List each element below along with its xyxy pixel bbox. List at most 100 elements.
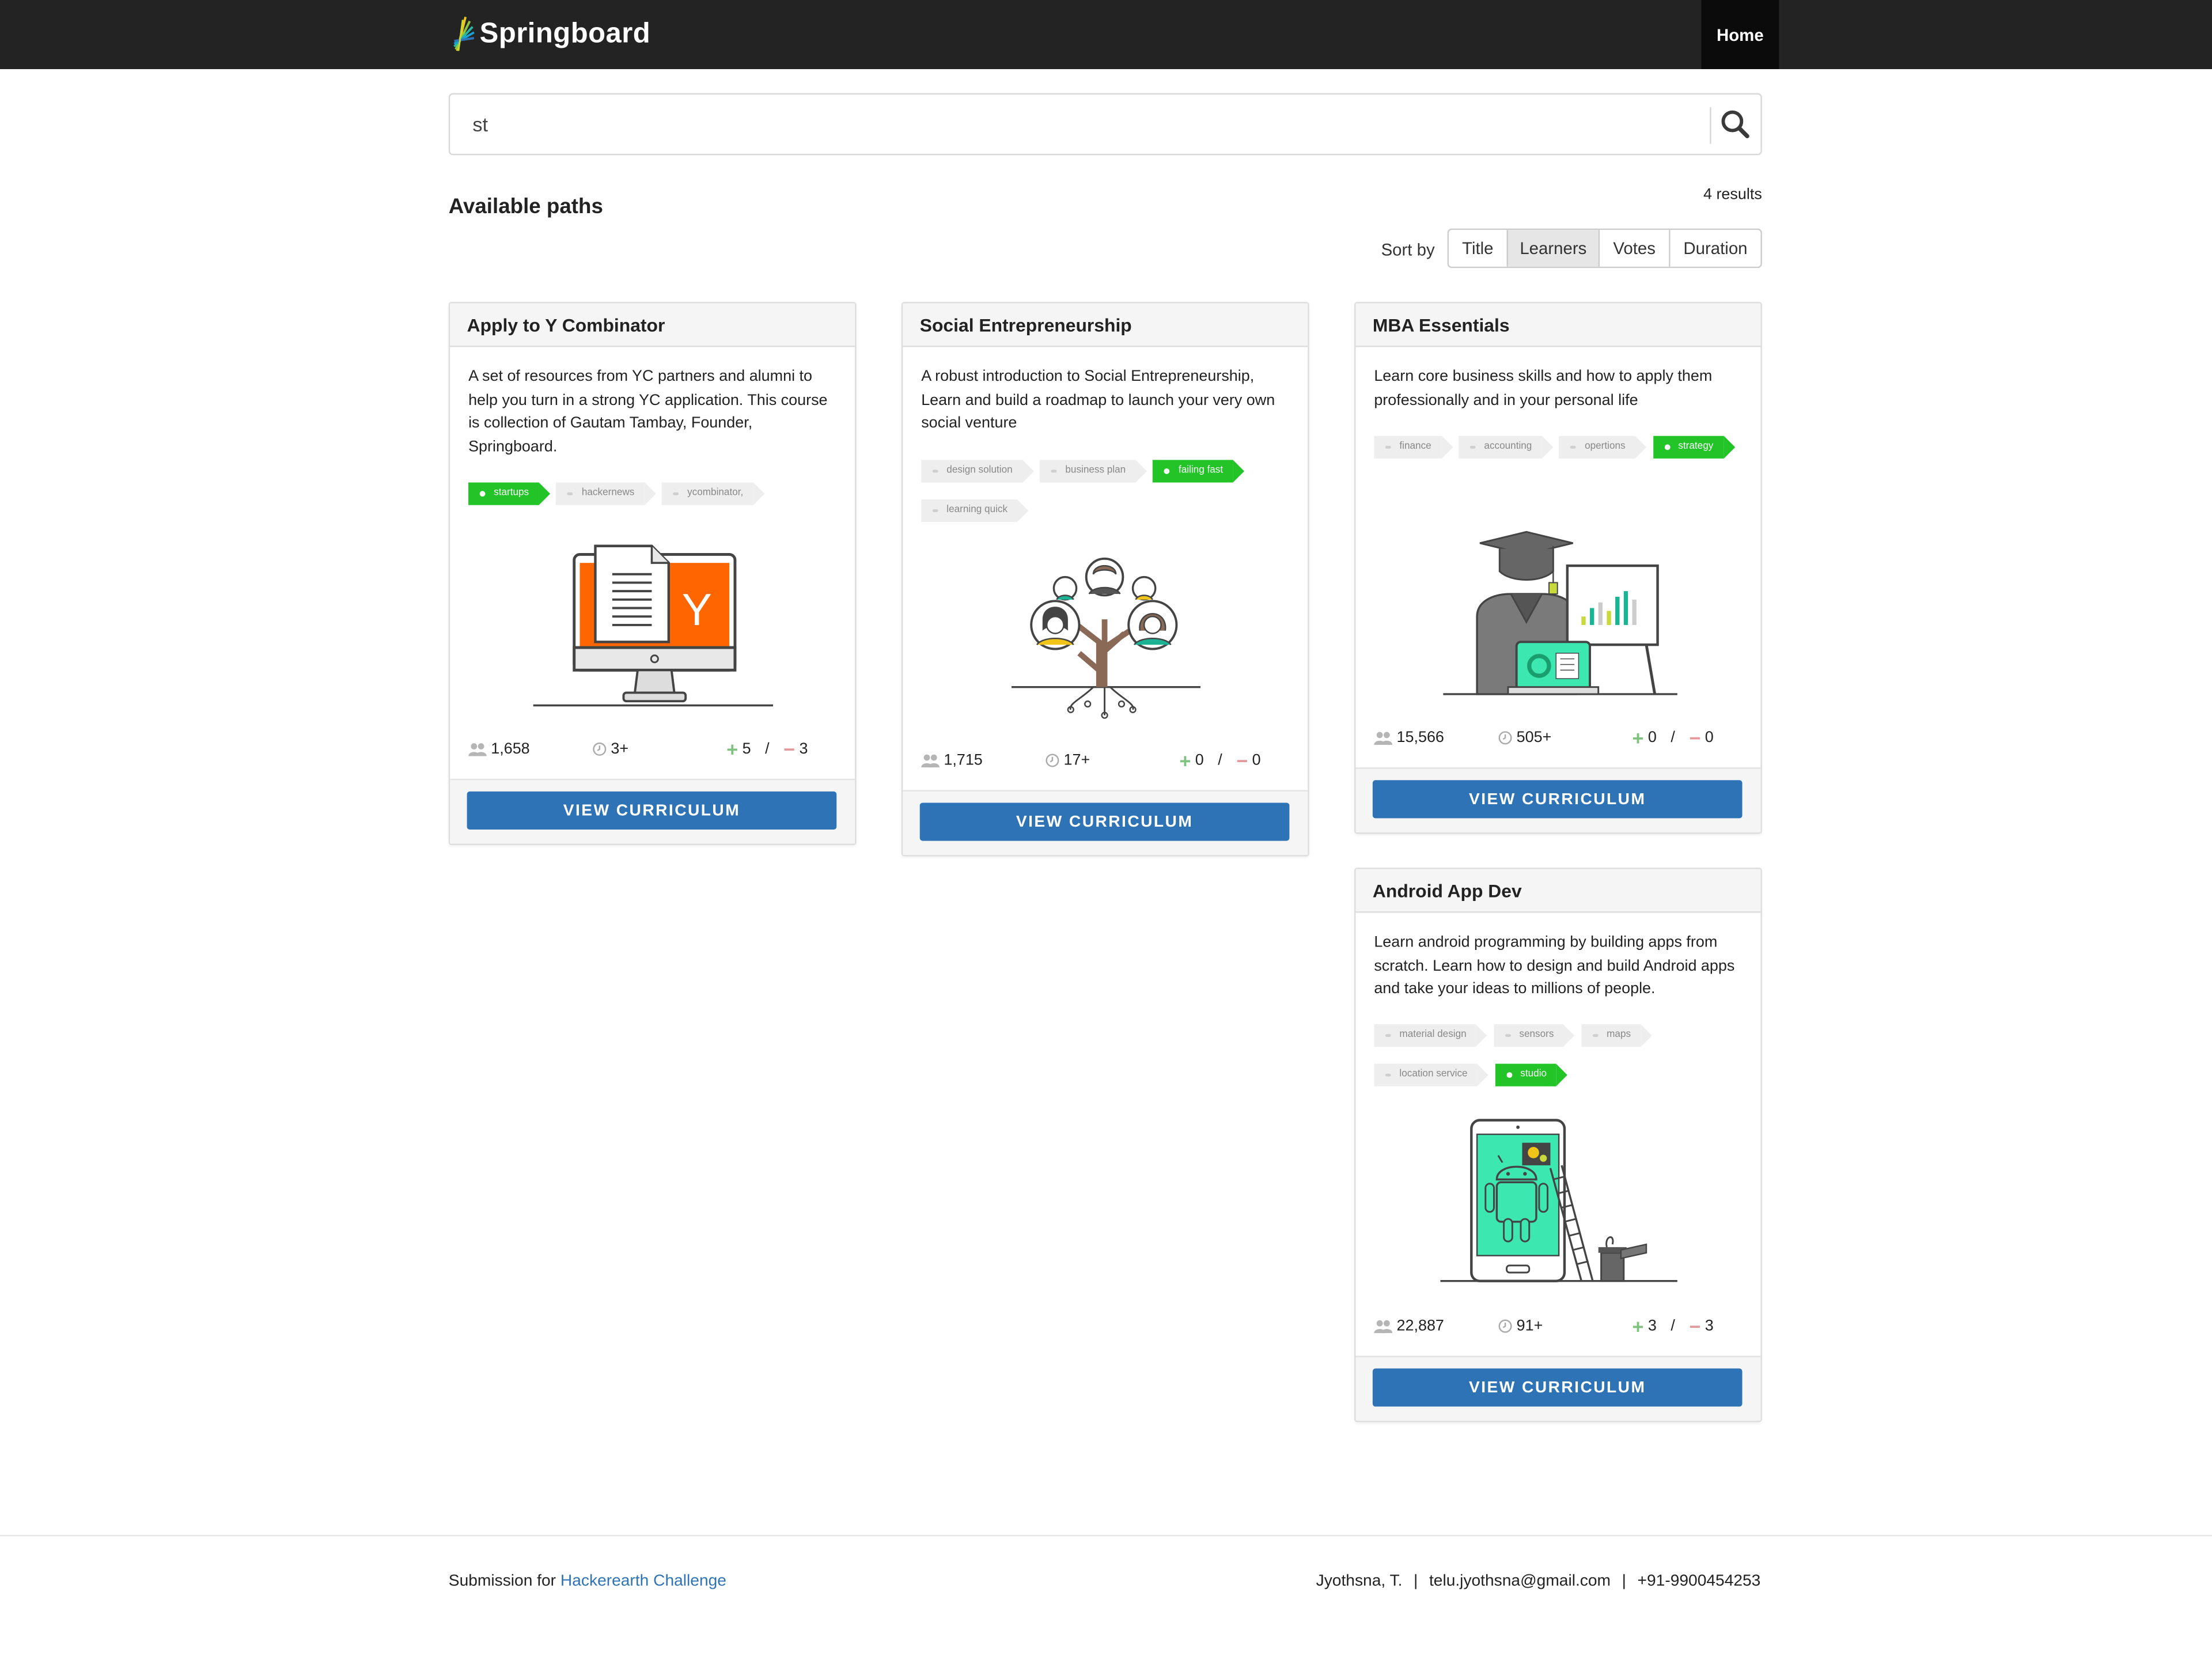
upvote-icon[interactable]: + bbox=[1179, 751, 1191, 770]
learners-count: 15,566 bbox=[1396, 729, 1444, 747]
tag-accounting[interactable]: accounting bbox=[1459, 436, 1553, 459]
footer-author-name: Jyothsna, T. bbox=[1316, 1573, 1403, 1591]
view-curriculum-button[interactable]: VIEW CURRICULUM bbox=[1372, 780, 1743, 819]
downvote-icon[interactable]: − bbox=[1689, 1316, 1700, 1336]
footer-separator: | bbox=[1622, 1573, 1626, 1591]
tag-studio[interactable]: studio bbox=[1495, 1063, 1567, 1086]
card-title: Apply to Y Combinator bbox=[450, 303, 855, 347]
tag-location-service[interactable]: location service bbox=[1374, 1063, 1489, 1086]
footer-submission: Submission for Hackerearth Challenge bbox=[449, 1573, 726, 1590]
tag-ycombinator[interactable]: ycombinator, bbox=[662, 482, 764, 505]
path-card-android-app-dev: Android App Dev Learn android programmin… bbox=[1354, 868, 1762, 1422]
tag-hackernews[interactable]: hackernews bbox=[556, 482, 657, 505]
duration-value: 505+ bbox=[1516, 729, 1552, 747]
card-title: Android App Dev bbox=[1355, 869, 1761, 913]
card-tags: material design sensors maps location se… bbox=[1374, 1018, 1752, 1097]
sort-title-button[interactable]: Title bbox=[1449, 230, 1508, 267]
downvote-count: 0 bbox=[1705, 729, 1714, 747]
card-tags: finance accounting opertions strategy bbox=[1374, 430, 1752, 470]
card-footer: VIEW CURRICULUM bbox=[1355, 1355, 1761, 1421]
mba-graduate-illustration bbox=[1443, 531, 1677, 695]
search-icon[interactable] bbox=[1719, 109, 1751, 140]
card-title: Social Entrepreneurship bbox=[903, 303, 1308, 347]
footer-contact: Jyothsna, T. | telu.jyothsna@gmail.com |… bbox=[1316, 1573, 1761, 1590]
learners-stat: 1,658 bbox=[468, 741, 530, 758]
tag-finance[interactable]: finance bbox=[1374, 436, 1452, 459]
learners-icon bbox=[1374, 1320, 1393, 1334]
upvote-icon[interactable]: + bbox=[1632, 1316, 1643, 1336]
path-card-mba-essentials: MBA Essentials Learn core business skill… bbox=[1354, 302, 1762, 834]
card-stats: 22,887 91+ + 3 / − 3 bbox=[1374, 1316, 1744, 1340]
votes-stat: + 3 / − 3 bbox=[1632, 1316, 1713, 1336]
duration-value: 3+ bbox=[611, 740, 629, 758]
card-footer: VIEW CURRICULUM bbox=[903, 790, 1308, 855]
downvote-icon[interactable]: − bbox=[783, 739, 795, 759]
card-description: A robust introduction to Social Entrepre… bbox=[921, 368, 1275, 432]
duration-stat: 505+ bbox=[1498, 729, 1552, 747]
upvote-count: 5 bbox=[742, 740, 751, 758]
tag-strategy[interactable]: strategy bbox=[1653, 436, 1734, 459]
footer-email[interactable]: telu.jyothsna@gmail.com bbox=[1429, 1573, 1611, 1590]
learners-count: 1,658 bbox=[491, 740, 530, 758]
learners-icon bbox=[468, 743, 487, 756]
sort-button-group: Title Learners Votes Duration bbox=[1447, 228, 1762, 268]
tag-business-plan[interactable]: business plan bbox=[1040, 460, 1147, 483]
card-tags: design solution business plan failing fa… bbox=[921, 455, 1299, 533]
votes-stat: + 0 / − 0 bbox=[1632, 728, 1714, 748]
card-footer: VIEW CURRICULUM bbox=[450, 778, 855, 844]
card-description: Learn core business skills and how to ap… bbox=[1374, 368, 1713, 408]
votes-separator: / bbox=[1671, 729, 1675, 747]
tag-design-solution[interactable]: design solution bbox=[921, 460, 1033, 483]
tag-opertions[interactable]: opertions bbox=[1559, 436, 1646, 459]
nav-home-link[interactable]: Home bbox=[1701, 0, 1779, 70]
card-tags: startups hackernews ycombinator, bbox=[468, 477, 846, 517]
tag-sensors[interactable]: sensors bbox=[1494, 1024, 1574, 1047]
upvote-icon[interactable]: + bbox=[726, 739, 738, 759]
social-tree-illustration bbox=[1011, 557, 1201, 719]
search-input[interactable] bbox=[472, 112, 1601, 136]
tag-failing-fast[interactable]: failing fast bbox=[1153, 460, 1244, 483]
tag-maps[interactable]: maps bbox=[1581, 1024, 1653, 1047]
downvote-count: 3 bbox=[799, 740, 808, 758]
duration-stat: 3+ bbox=[593, 740, 629, 758]
downvote-icon[interactable]: − bbox=[1236, 751, 1248, 770]
hackerearth-link[interactable]: Hackerearth Challenge bbox=[560, 1573, 726, 1590]
duration-value: 17+ bbox=[1063, 752, 1090, 769]
sort-learners-button[interactable]: Learners bbox=[1508, 230, 1600, 267]
sort-duration-button[interactable]: Duration bbox=[1670, 230, 1761, 267]
yc-monitor-illustration: Y bbox=[533, 544, 774, 707]
upvote-count: 0 bbox=[1195, 752, 1204, 769]
votes-separator: / bbox=[765, 740, 770, 758]
card-description: Learn android programming by building ap… bbox=[1374, 934, 1735, 998]
learners-icon bbox=[1374, 732, 1393, 745]
brand-name: Springboard bbox=[479, 17, 651, 49]
page-title: Available paths bbox=[448, 194, 603, 219]
learners-stat: 22,887 bbox=[1374, 1317, 1444, 1335]
footer-phone[interactable]: +91-9900454253 bbox=[1638, 1573, 1761, 1590]
footer-divider bbox=[0, 1535, 2212, 1536]
downvote-count: 0 bbox=[1252, 752, 1261, 769]
learners-stat: 15,566 bbox=[1374, 729, 1444, 747]
duration-value: 91+ bbox=[1516, 1317, 1543, 1335]
path-card-social-entrepreneurship: Social Entrepreneurship A robust introdu… bbox=[901, 302, 1309, 857]
sort-label: Sort by bbox=[1381, 240, 1435, 260]
tag-material-design[interactable]: material design bbox=[1374, 1024, 1488, 1047]
votes-stat: + 0 / − 0 bbox=[1179, 751, 1261, 770]
card-footer: VIEW CURRICULUM bbox=[1355, 767, 1761, 832]
tag-learning-quick[interactable]: learning quick bbox=[921, 499, 1029, 522]
downvote-icon[interactable]: − bbox=[1689, 728, 1700, 748]
view-curriculum-button[interactable]: VIEW CURRICULUM bbox=[1372, 1368, 1743, 1407]
view-curriculum-button[interactable]: VIEW CURRICULUM bbox=[919, 802, 1290, 841]
svg-text:Y: Y bbox=[682, 584, 712, 635]
votes-separator: / bbox=[1218, 752, 1222, 769]
upvote-icon[interactable]: + bbox=[1632, 728, 1643, 748]
search-divider bbox=[1710, 107, 1711, 144]
view-curriculum-button[interactable]: VIEW CURRICULUM bbox=[467, 791, 837, 830]
card-description: A set of resources from YC partners and … bbox=[468, 368, 828, 455]
footer-separator: | bbox=[1414, 1573, 1418, 1591]
tag-startups[interactable]: startups bbox=[468, 482, 550, 505]
brand-logo[interactable]: Springboard bbox=[452, 14, 651, 54]
clock-icon bbox=[1498, 1319, 1512, 1333]
sort-votes-button[interactable]: Votes bbox=[1600, 230, 1671, 267]
path-card-yc: Apply to Y Combinator A set of resources… bbox=[448, 302, 857, 845]
